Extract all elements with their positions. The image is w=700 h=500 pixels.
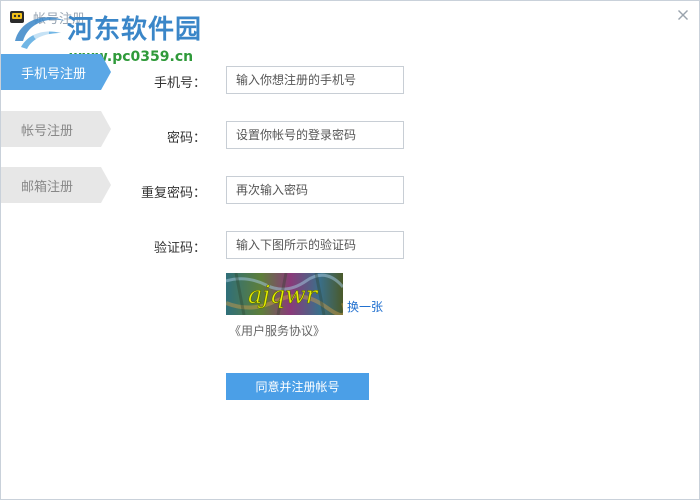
phone-input[interactable] xyxy=(226,66,404,94)
watermark-site-name: 河东软件园 xyxy=(67,15,203,45)
tab-account-register[interactable]: 帐号注册 xyxy=(1,111,111,147)
tab-phone-register[interactable]: 手机号注册 xyxy=(1,54,111,90)
tab-label: 帐号注册 xyxy=(21,124,74,139)
captcha-input[interactable] xyxy=(226,231,404,259)
confirm-password-label: 重复密码： xyxy=(140,186,206,201)
refresh-captcha-link[interactable]: 换一张 xyxy=(347,298,383,315)
user-agreement-link[interactable]: 《用户服务协议》 xyxy=(229,322,325,339)
close-icon xyxy=(678,10,688,20)
tab-label: 邮箱注册 xyxy=(21,180,74,195)
tab-email-register[interactable]: 邮箱注册 xyxy=(1,167,111,203)
captcha-label: 验证码： xyxy=(153,241,206,256)
tab-label: 手机号注册 xyxy=(21,67,87,82)
phone-label: 手机号： xyxy=(153,76,206,91)
watermark-logo-icon xyxy=(11,11,69,53)
registration-window: 帐号注册 河东软件园 www.pc0359.cn 手机号注册 帐号注册 xyxy=(0,0,700,500)
password-label: 密码： xyxy=(166,131,206,146)
captcha-text: ajqwr xyxy=(248,281,319,309)
agree-and-register-button[interactable]: 同意并注册帐号 xyxy=(226,373,369,400)
confirm-password-input[interactable] xyxy=(226,176,404,204)
captcha-image[interactable]: ajqwr xyxy=(225,272,347,317)
password-input[interactable] xyxy=(226,121,404,149)
close-button[interactable] xyxy=(675,7,691,23)
